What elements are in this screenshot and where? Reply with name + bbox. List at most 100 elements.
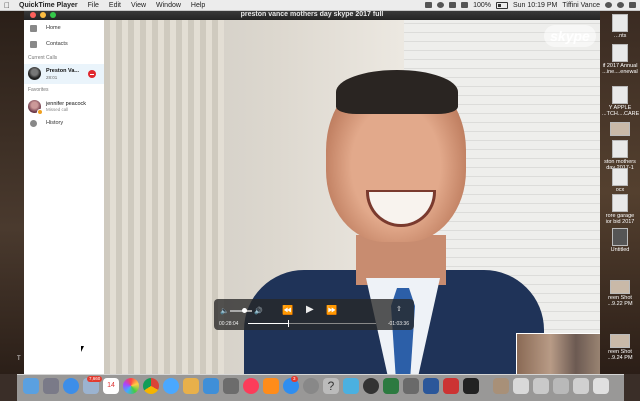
status-badge — [37, 109, 43, 115]
help-icon[interactable]: ? — [323, 378, 339, 394]
desktop-file[interactable]: reen Shot ...9.24 PM — [602, 334, 638, 361]
apple-icon[interactable]:  — [0, 1, 14, 10]
document-icon — [612, 168, 628, 186]
trash-icon[interactable] — [593, 378, 609, 394]
quicktime-icon[interactable] — [363, 378, 379, 394]
document-thumbnail-icon[interactable] — [513, 378, 529, 394]
menu-app-name[interactable]: QuickTime Player — [14, 2, 83, 9]
menu-window[interactable]: Window — [151, 2, 186, 9]
menu-bar:  QuickTime Player File Edit View Window… — [0, 0, 640, 11]
sync-icon[interactable] — [437, 2, 445, 8]
battery-percentage: 100% — [473, 1, 491, 9]
dock: 7,660 14 3 ? — [17, 374, 624, 401]
document-icon — [612, 140, 628, 158]
skype-icon[interactable] — [343, 378, 359, 394]
person-neck — [356, 235, 446, 285]
fast-forward-button[interactable]: ⏩ — [326, 305, 337, 316]
window-title: preston vance mothers day skype 2017 ful… — [240, 11, 384, 18]
itunes-icon[interactable] — [243, 378, 259, 394]
menu-clock[interactable]: Sun 10:19 PM — [513, 2, 557, 9]
scrub-bar[interactable] — [248, 320, 376, 327]
playhead[interactable] — [287, 320, 289, 327]
desktop-file[interactable]: rore garage ior bid 2017 — [602, 194, 638, 225]
desktop-file[interactable]: ocx — [602, 168, 638, 193]
utility-icon[interactable] — [403, 378, 419, 394]
mail-icon[interactable]: 7,660 — [83, 376, 103, 394]
volume-high-icon[interactable]: 🔊 — [254, 307, 263, 315]
menu-edit[interactable]: Edit — [104, 2, 126, 9]
desktop-file[interactable]: …nts — [602, 14, 638, 39]
wifi-icon[interactable] — [449, 2, 457, 8]
volume-low-icon[interactable]: 🔈 — [220, 307, 229, 315]
facetime-icon[interactable] — [223, 378, 239, 394]
menu-help[interactable]: Help — [186, 2, 210, 9]
favorites-heading: Favorites — [28, 87, 49, 93]
list-icon[interactable] — [629, 2, 636, 8]
desktop-file[interactable]: Untitled — [602, 228, 638, 253]
app-store-icon[interactable]: 3 — [283, 376, 299, 394]
scrub-progress — [248, 323, 288, 324]
hang-up-icon[interactable] — [88, 70, 96, 78]
share-icon[interactable]: ⇧ — [396, 305, 402, 313]
numbers-icon[interactable] — [383, 378, 399, 394]
acrobat-icon[interactable] — [463, 378, 479, 394]
desktop-file[interactable]: if 2017 Annual ...ine....enewal — [602, 44, 638, 75]
folder-icon[interactable] — [553, 378, 569, 394]
video-frame[interactable]: skype 🔈 🔊 ⏪ ▶ ⏩ ⇧ 00:28:04 -01:03:36 — [104, 20, 600, 374]
keynote-icon[interactable] — [203, 378, 219, 394]
mail-badge: 7,660 — [87, 376, 103, 382]
desktop-file-label: Untitled — [610, 247, 630, 253]
desktop-file[interactable]: ston mothers day 2017-1 — [602, 140, 638, 171]
person-hair — [336, 70, 458, 114]
history-icon — [30, 120, 37, 127]
calendar-icon[interactable]: 14 — [103, 378, 119, 394]
volume-slider[interactable] — [230, 308, 252, 313]
self-view-preview[interactable] — [516, 333, 600, 374]
desktop-file[interactable]: reen Shot ...9.22 PM — [602, 280, 638, 307]
photos-icon[interactable] — [123, 378, 139, 394]
battery-icon[interactable] — [496, 1, 508, 9]
pdf-icon[interactable] — [443, 378, 459, 394]
system-preferences-icon[interactable] — [303, 378, 319, 394]
finder-icon[interactable] — [23, 378, 39, 394]
preview-icon[interactable] — [183, 378, 199, 394]
home-icon — [30, 25, 37, 32]
volume-knob[interactable] — [241, 308, 247, 313]
image-thumbnail-icon[interactable] — [493, 378, 509, 394]
search-icon[interactable] — [605, 2, 612, 8]
background-curtain — [104, 20, 224, 374]
menu-bar-status-area: 100% Sun 10:19 PM Tiffini Vance — [425, 0, 636, 10]
menu-view[interactable]: View — [126, 2, 151, 9]
avatar — [28, 67, 41, 80]
desktop-file-label: ocx — [615, 187, 625, 193]
desktop-file[interactable]: Y APPLE ...TCH....CARE — [602, 86, 639, 117]
desktop-file[interactable] — [602, 122, 638, 137]
blank-document-icon — [612, 228, 628, 246]
document-icon — [612, 86, 628, 104]
document-thumbnail-icon[interactable] — [533, 378, 549, 394]
document-icon — [612, 14, 628, 32]
rewind-button[interactable]: ⏪ — [282, 305, 293, 316]
skype-logo: skype — [544, 25, 596, 47]
play-button[interactable]: ▶ — [306, 304, 314, 315]
siri-icon[interactable] — [617, 2, 624, 8]
menu-user-name[interactable]: Tiffini Vance — [562, 2, 600, 9]
window-title-bar[interactable]: preston vance mothers day skype 2017 ful… — [24, 10, 600, 20]
downloads-icon[interactable] — [573, 378, 589, 394]
messages-icon[interactable] — [163, 378, 179, 394]
current-call-item[interactable]: Preston Va... 28:01 — [24, 64, 104, 84]
ibooks-icon[interactable] — [263, 378, 279, 394]
word-icon[interactable] — [423, 378, 439, 394]
app-store-badge: 3 — [291, 376, 298, 382]
volume-icon[interactable] — [461, 2, 469, 8]
sidebar-item-label: Home — [46, 25, 61, 31]
current-call-name: Preston Va... — [46, 68, 80, 74]
safari-icon[interactable] — [63, 378, 79, 394]
desktop-file-label: …nts — [613, 33, 627, 39]
dropbox-icon[interactable] — [425, 2, 433, 8]
document-icon — [612, 194, 628, 212]
chrome-icon[interactable] — [143, 378, 159, 394]
sidebar-item-label: Contacts — [46, 41, 68, 47]
launchpad-icon[interactable] — [43, 378, 59, 394]
menu-file[interactable]: File — [83, 2, 104, 9]
